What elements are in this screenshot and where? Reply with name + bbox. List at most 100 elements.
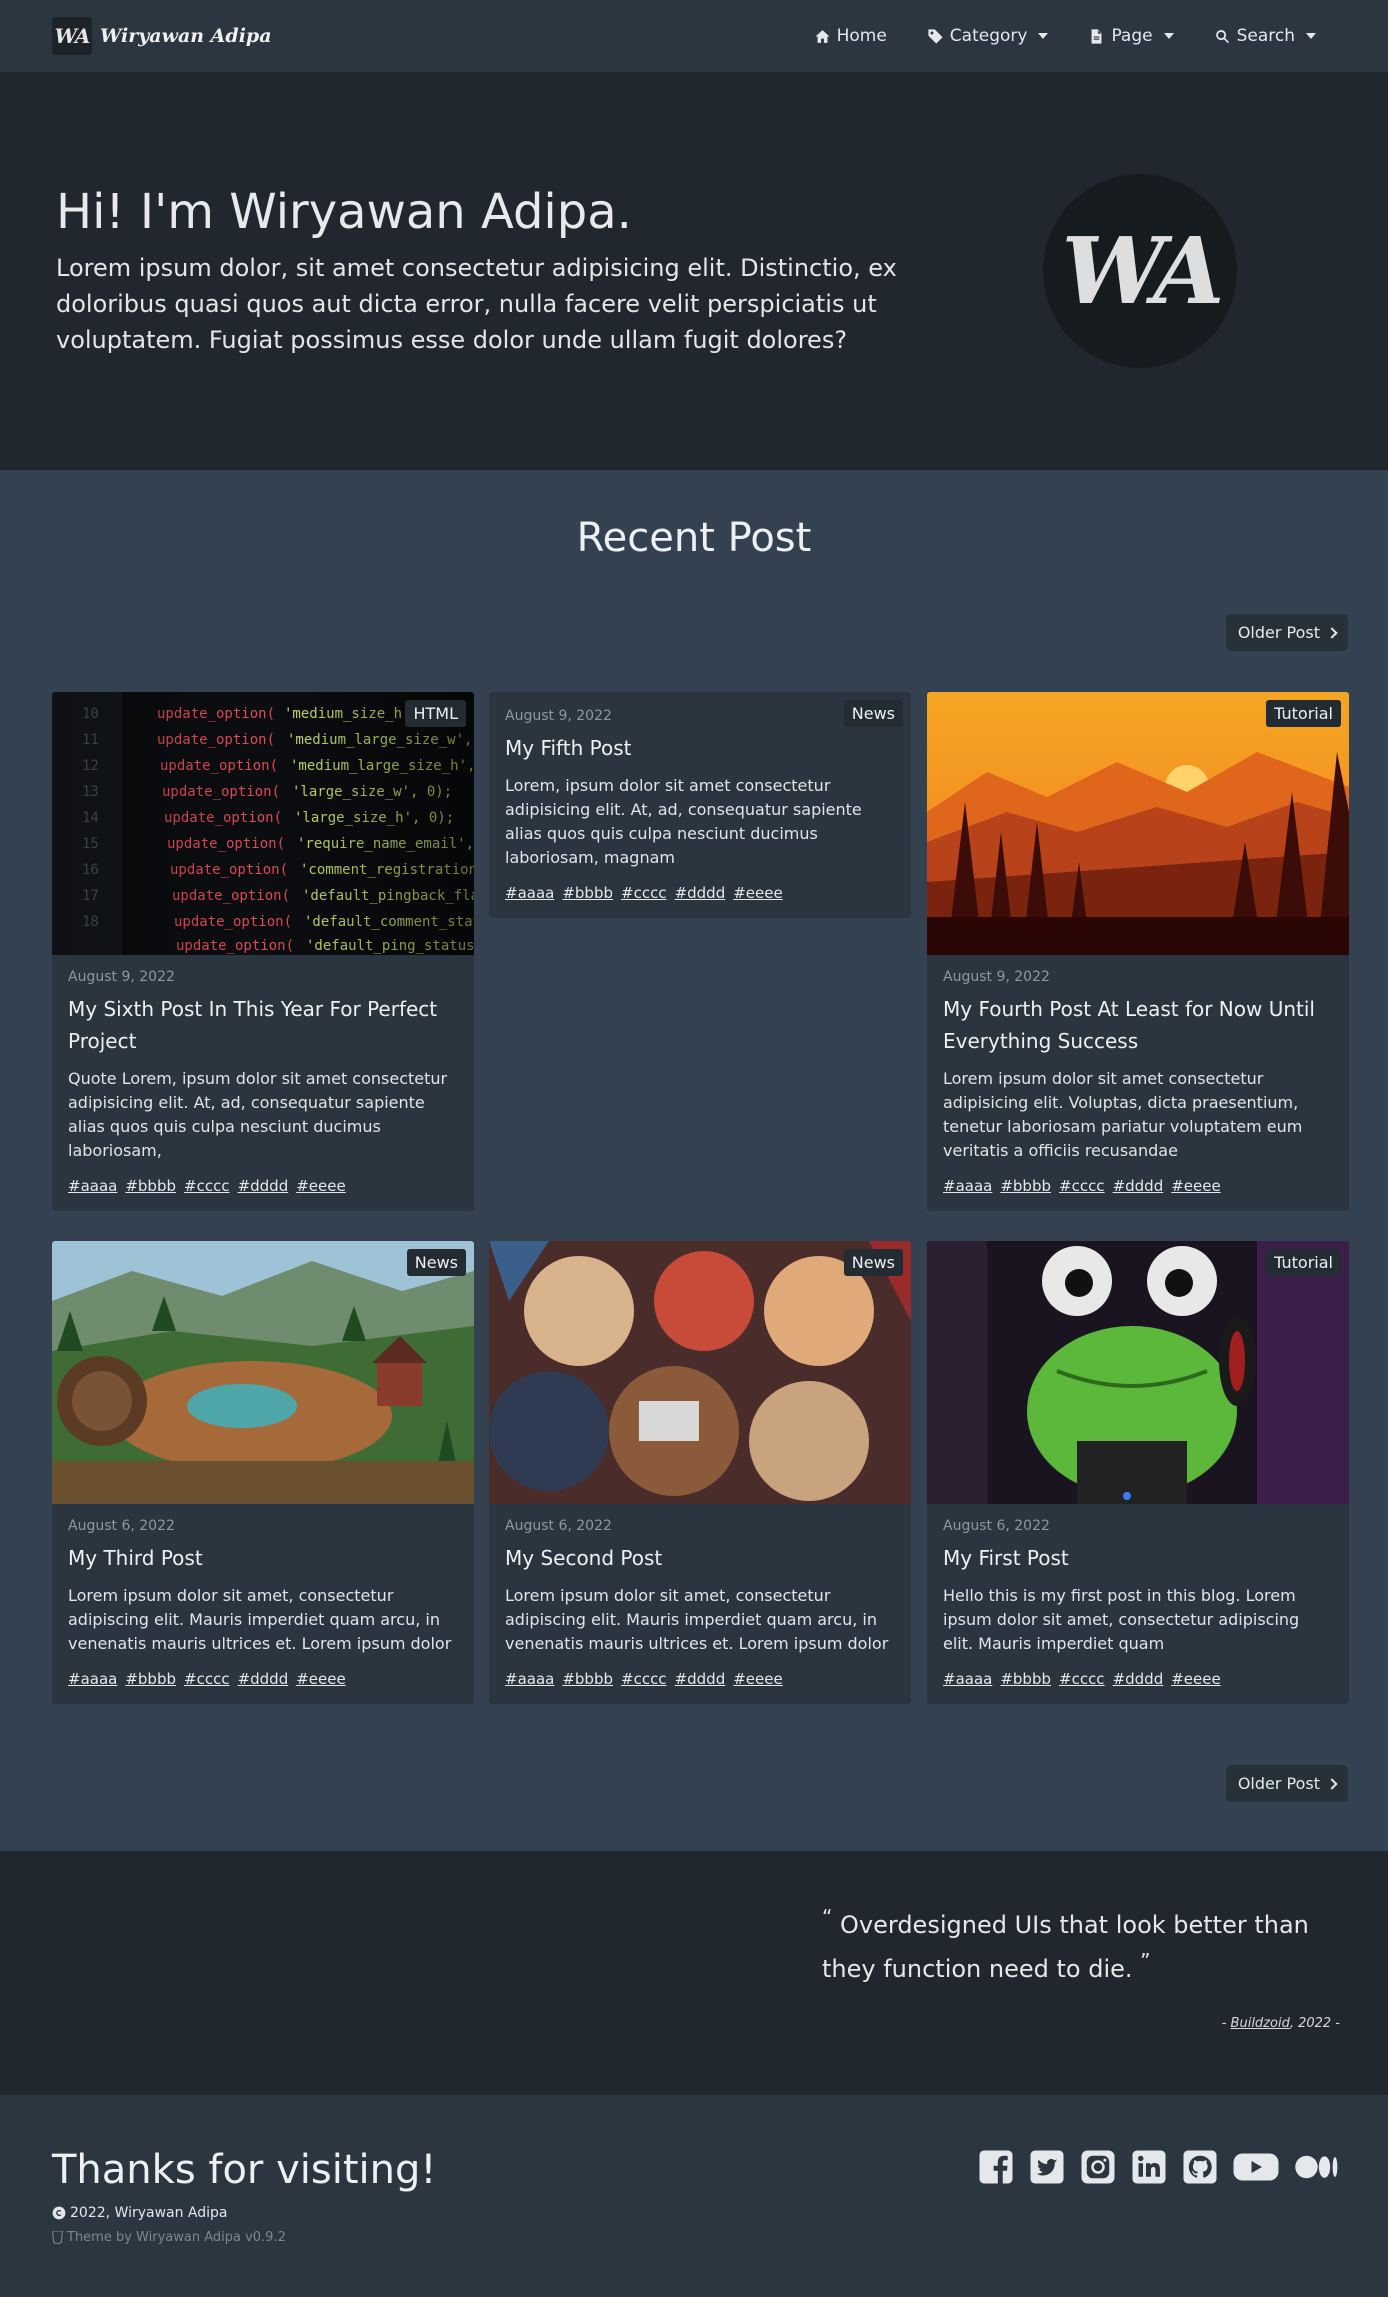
category-badge[interactable]: News [843, 1249, 903, 1276]
category-badge[interactable]: Tutorial [1266, 700, 1341, 727]
tag-link[interactable]: #eeee [733, 1670, 782, 1688]
tag-link[interactable]: #aaaa [68, 1177, 117, 1195]
tag-link[interactable]: #eeee [296, 1177, 345, 1195]
tag-link[interactable]: #bbbb [125, 1177, 176, 1195]
caret-down-icon [1038, 33, 1049, 39]
tag-link[interactable]: #bbbb [562, 1670, 613, 1688]
post-thumbnail[interactable]: News [52, 1241, 474, 1504]
search-icon [1215, 29, 1229, 43]
tag-link[interactable]: #aaaa [943, 1177, 992, 1195]
post-thumbnail[interactable]: Tutorial [927, 692, 1349, 955]
footer: Thanks for visiting! 2022, Wiryawan Adip… [0, 2095, 1388, 2297]
tag-link[interactable]: #aaaa [68, 1670, 117, 1688]
post-date: August 9, 2022 [505, 708, 612, 724]
tag-link[interactable]: #cccc [1059, 1670, 1105, 1688]
html5-icon [52, 2231, 63, 2244]
hero-title: Hi! I'm Wiryawan Adipa. [56, 184, 632, 240]
linkedin-icon[interactable] [1131, 2149, 1167, 2189]
post-body: August 6, 2022 My Third Post Lorem ipsum… [52, 1504, 474, 1704]
twitter-icon[interactable] [1029, 2149, 1065, 2189]
post-title[interactable]: My First Post [943, 1542, 1333, 1574]
hero-text: Lorem ipsum dolor, sit amet consectetur … [56, 254, 897, 354]
chevron-right-icon [1326, 1777, 1338, 1790]
post-card[interactable]: News August 9, 2022 My Fifth Post Lorem,… [489, 692, 911, 918]
tag-link[interactable]: #dddd [238, 1177, 289, 1195]
post-card[interactable]: Tutorial August 9, 2022 My Fourth Post A… [927, 692, 1349, 1211]
tag-link[interactable]: #aaaa [505, 1670, 554, 1688]
post-card[interactable]: News August 6, 2022 My Third Post Lorem … [52, 1241, 474, 1704]
tag-link[interactable]: #eeee [296, 1670, 345, 1688]
tag-link[interactable]: #cccc [184, 1177, 230, 1195]
tag-link[interactable]: #cccc [621, 1670, 667, 1688]
quote-text: “ Overdesigned UIs that look better than… [822, 1899, 1352, 1987]
tag-link[interactable]: #aaaa [505, 884, 554, 902]
post-title[interactable]: My Sixth Post In This Year For Perfect P… [68, 993, 458, 1057]
tag-link[interactable]: #dddd [1113, 1177, 1164, 1195]
nav-menu: Home Category Page Search [794, 0, 1336, 72]
youtube-icon[interactable] [1233, 2149, 1279, 2189]
tag-link[interactable]: #bbbb [1000, 1670, 1051, 1688]
tag-link[interactable]: #dddd [1113, 1670, 1164, 1688]
tag-link[interactable]: #cccc [1059, 1177, 1105, 1195]
older-post-button-bottom[interactable]: Older Post [1225, 1765, 1348, 1802]
post-excerpt: Lorem ipsum dolor sit amet, consectetur … [68, 1586, 452, 1653]
post-tags: #aaaa #bbbb #cccc #dddd #eeee [68, 1177, 458, 1195]
nav-page[interactable]: Page [1068, 26, 1193, 46]
tag-link[interactable]: #dddd [675, 1670, 726, 1688]
tag-link[interactable]: #cccc [184, 1670, 230, 1688]
post-body: August 9, 2022 My Sixth Post In This Yea… [52, 955, 474, 1211]
tag-link[interactable]: #bbbb [562, 884, 613, 902]
nav-home-label: Home [836, 26, 887, 46]
theme-text: Theme by Wiryawan Adipa v0.9.2 [67, 2230, 286, 2245]
post-title[interactable]: My Fourth Post At Least for Now Until Ev… [943, 993, 1333, 1057]
nav-home[interactable]: Home [794, 26, 907, 46]
tag-link[interactable]: #bbbb [125, 1670, 176, 1688]
post-card[interactable]: Tutorial August 6, 2022 My First Post He… [927, 1241, 1349, 1704]
post-thumbnail[interactable]: 101112 131415 161718 update_option(updat… [52, 692, 474, 955]
open-quote-mark: “ [822, 1905, 833, 1929]
tag-link[interactable]: #dddd [675, 884, 726, 902]
social-links [978, 2149, 1340, 2189]
hero: Hi! I'm Wiryawan Adipa. Lorem ipsum dolo… [0, 72, 1388, 470]
category-badge[interactable]: HTML [405, 700, 466, 727]
tag-link[interactable]: #bbbb [1000, 1177, 1051, 1195]
quote-author-link[interactable]: Buildzoid [1231, 2016, 1290, 2031]
copyright-text: 2022, Wiryawan Adipa [70, 2205, 228, 2221]
post-excerpt: Hello this is my first post in this blog… [943, 1586, 1300, 1653]
tag-link[interactable]: #dddd [238, 1670, 289, 1688]
cite-prefix: - [1221, 2016, 1227, 2031]
post-thumbnail[interactable]: Tutorial [927, 1241, 1349, 1504]
post-excerpt: Lorem, ipsum dolor sit amet consectetur … [505, 776, 862, 867]
post-card[interactable]: News August 6, 2022 My Second Post Lorem… [489, 1241, 911, 1704]
code-screenshot-image: 101112 131415 161718 update_option(updat… [52, 692, 474, 955]
nav-category[interactable]: Category [907, 26, 1069, 46]
post-title[interactable]: My Third Post [68, 1542, 458, 1574]
post-date: August 6, 2022 [505, 1518, 612, 1534]
quote-citation: - Buildzoid, 2022 - [1222, 2016, 1340, 2031]
brand-link[interactable]: WA Wiryawan Adipa [52, 17, 272, 55]
facebook-icon[interactable] [978, 2149, 1014, 2189]
category-badge[interactable]: News [843, 700, 903, 727]
post-card[interactable]: 101112 131415 161718 update_option(updat… [52, 692, 474, 1211]
tag-link[interactable]: #aaaa [943, 1670, 992, 1688]
post-title[interactable]: My Second Post [505, 1542, 895, 1574]
nav-page-label: Page [1111, 26, 1153, 46]
category-badge[interactable]: News [406, 1249, 466, 1276]
copyright: 2022, Wiryawan Adipa [52, 2205, 228, 2221]
nav-search[interactable]: Search [1194, 26, 1336, 46]
medium-icon[interactable] [1294, 2149, 1340, 2189]
post-tags: #aaaa #bbbb #cccc #dddd #eeee [68, 1670, 458, 1688]
post-date: August 6, 2022 [68, 1518, 175, 1534]
post-thumbnail[interactable]: News [489, 1241, 911, 1504]
category-badge[interactable]: Tutorial [1266, 1249, 1341, 1276]
tag-link[interactable]: #eeee [1171, 1177, 1220, 1195]
github-icon[interactable] [1182, 2149, 1218, 2189]
tag-link[interactable]: #eeee [1171, 1670, 1220, 1688]
tag-link[interactable]: #eeee [733, 884, 782, 902]
instagram-icon[interactable] [1080, 2149, 1116, 2189]
older-post-button-top[interactable]: Older Post [1225, 614, 1348, 651]
post-tags: #aaaa #bbbb #cccc #dddd #eeee [943, 1177, 1333, 1195]
post-title[interactable]: My Fifth Post [505, 732, 895, 764]
post-tags: #aaaa #bbbb #cccc #dddd #eeee [943, 1670, 1333, 1688]
tag-link[interactable]: #cccc [621, 884, 667, 902]
